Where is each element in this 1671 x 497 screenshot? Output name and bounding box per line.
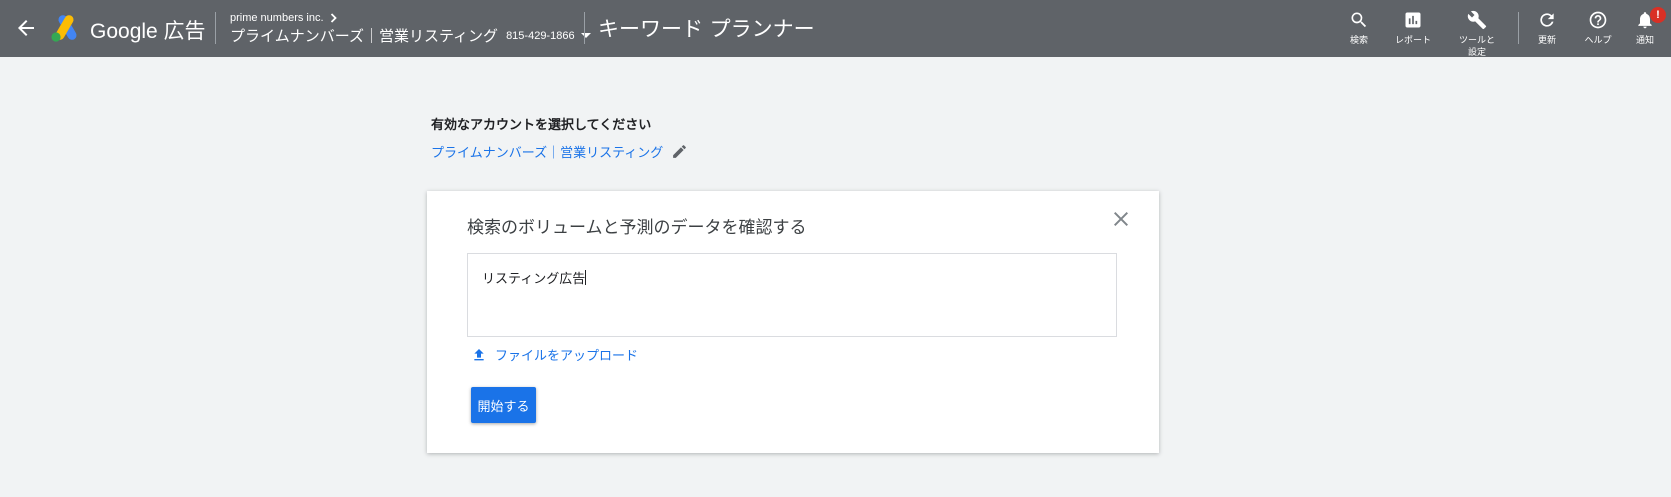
- top-bar: Google 広告 prime numbers inc. プライムナンバーズ｜営…: [0, 0, 1671, 59]
- account-select-title: 有効なアカウントを選択してください: [431, 118, 652, 133]
- header-divider: [215, 12, 216, 44]
- account-id: 815-429-1866: [506, 29, 575, 42]
- selected-account-link[interactable]: プライムナンバーズ｜営業リスティング: [431, 142, 688, 161]
- selected-account-name: プライムナンバーズ｜営業リスティング: [431, 146, 664, 161]
- google-ads-logo: [51, 15, 77, 42]
- account-company: prime numbers inc.: [230, 12, 324, 24]
- notifications-button[interactable]: ! 通知: [1617, 7, 1671, 47]
- edit-pencil-icon[interactable]: [671, 143, 688, 160]
- header-divider: [584, 12, 585, 44]
- upload-file-label: ファイルをアップロード: [495, 349, 639, 364]
- keyword-value: リスティング広告: [482, 272, 586, 287]
- forecast-card: 検索のボリュームと予測のデータを確認する リスティング広告 ファイルをアップロー…: [427, 191, 1159, 453]
- report-button[interactable]: レポート: [1385, 10, 1441, 47]
- close-icon[interactable]: [1109, 207, 1133, 231]
- account-name: プライムナンバーズ｜営業リスティング: [230, 27, 499, 45]
- start-button[interactable]: 開始する: [471, 387, 536, 423]
- back-arrow-icon[interactable]: [14, 16, 38, 40]
- report-icon: [1405, 12, 1421, 28]
- card-title: 検索のボリュームと予測のデータを確認する: [467, 218, 807, 238]
- search-button[interactable]: 検索: [1331, 10, 1387, 47]
- brand-name: Google 広告: [90, 20, 206, 43]
- help-icon: [1589, 11, 1607, 29]
- chevron-right-icon: [330, 13, 337, 23]
- upload-icon: [474, 348, 484, 360]
- refresh-icon: [1540, 13, 1554, 27]
- page-title: キーワード プランナー: [598, 17, 815, 41]
- notification-badge: !: [1650, 7, 1666, 23]
- tools-settings-button[interactable]: ツールと 設定: [1449, 10, 1505, 59]
- refresh-button[interactable]: 更新: [1519, 10, 1575, 47]
- text-cursor: [585, 270, 587, 285]
- account-switcher[interactable]: prime numbers inc. プライムナンバーズ｜営業リスティング 81…: [230, 12, 591, 46]
- keyword-input[interactable]: リスティング広告: [467, 253, 1117, 337]
- upload-file-link[interactable]: ファイルをアップロード: [471, 345, 638, 364]
- wrench-icon: [1467, 10, 1487, 30]
- search-icon: [1351, 12, 1367, 28]
- dropdown-caret-icon: [580, 33, 591, 38]
